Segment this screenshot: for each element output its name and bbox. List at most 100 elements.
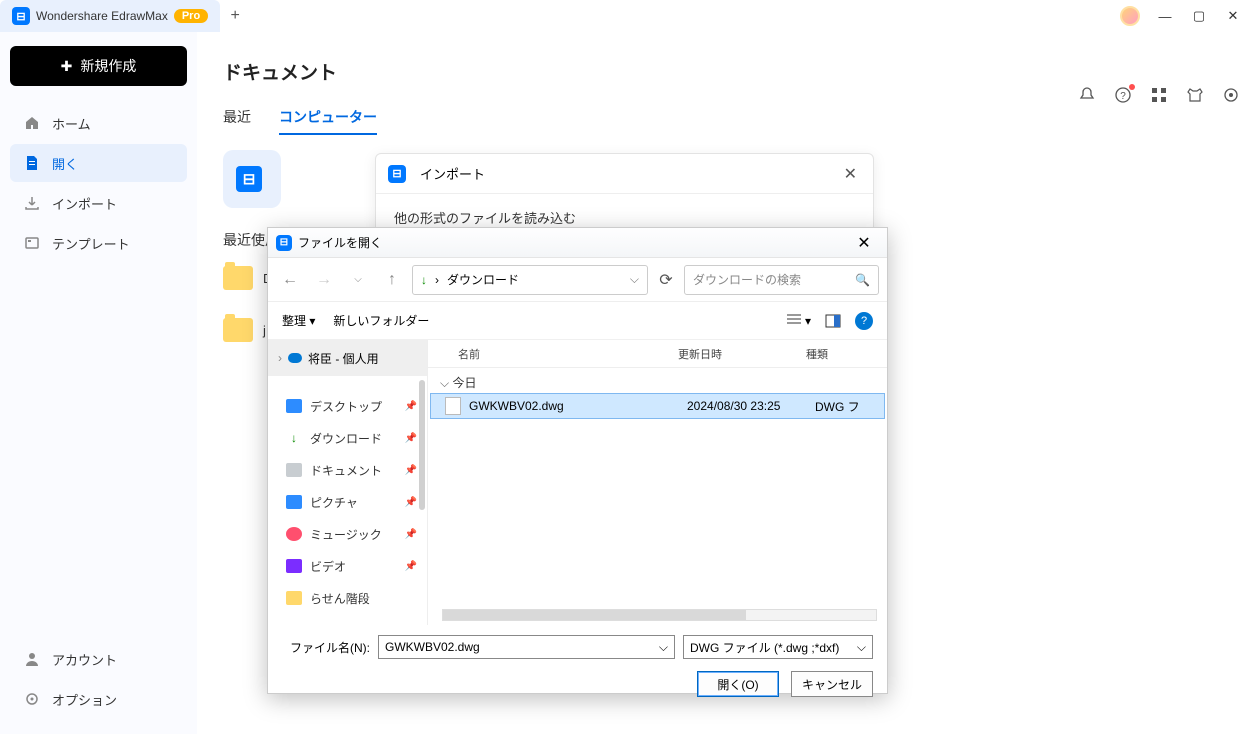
pin-icon[interactable]: 📌 — [405, 529, 417, 540]
tree-item-folder[interactable]: らせん階段 — [286, 582, 427, 614]
chevron-down-icon[interactable]: ⌵ — [659, 640, 668, 655]
nav-recent-dropdown[interactable]: ⌵ — [344, 266, 372, 294]
plus-icon: ✚ — [61, 58, 73, 75]
preview-pane-button[interactable] — [825, 314, 841, 328]
nav-forward-button[interactable]: → — [310, 266, 338, 294]
doc-tabs: 最近 コンピューター — [223, 107, 1214, 136]
nav-up-button[interactable]: ↑ — [378, 266, 406, 294]
dialog-close-button[interactable]: ✕ — [849, 233, 879, 253]
shirt-icon[interactable] — [1186, 86, 1204, 104]
sidebar-item-label: アカウント — [52, 650, 117, 669]
document-icon — [286, 463, 302, 477]
pin-icon[interactable]: 📌 — [405, 497, 417, 508]
app-logo-icon: ⊟ — [12, 7, 30, 25]
sidebar-item-label: 開く — [52, 154, 78, 173]
app-name: Wondershare EdrawMax — [36, 9, 168, 23]
sidebar-item-open[interactable]: 開く — [10, 144, 187, 182]
dialog-title: ファイルを開く — [298, 234, 382, 251]
minimize-button[interactable]: — — [1148, 0, 1182, 32]
chevron-down-icon[interactable]: ⌵ — [630, 272, 639, 287]
tree-label: ドキュメント — [310, 462, 382, 479]
sidebar-item-template[interactable]: テンプレート — [10, 224, 187, 262]
filename-value: GWKWBV02.dwg — [385, 640, 480, 654]
view-mode-button[interactable]: ▾ — [786, 313, 811, 328]
import-icon — [24, 195, 40, 211]
pin-icon[interactable]: 📌 — [405, 465, 417, 476]
tree-label: ピクチャ — [310, 494, 358, 511]
cancel-button[interactable]: キャンセル — [791, 671, 873, 697]
file-row[interactable]: GWKWBV02.dwg 2024/08/30 23:25 DWG フ — [430, 393, 885, 419]
filename-input[interactable]: GWKWBV02.dwg ⌵ — [378, 635, 675, 659]
file-type-icon — [445, 397, 461, 415]
tree-item-downloads[interactable]: ↓ダウンロード📌 — [286, 422, 427, 454]
group-today[interactable]: 今日 — [428, 368, 887, 393]
account-icon — [24, 651, 40, 667]
sidebar-item-options[interactable]: オプション — [10, 680, 187, 718]
col-header-name[interactable]: 名前 — [428, 346, 678, 362]
tree-label: ミュージック — [310, 526, 382, 543]
horizontal-scrollbar[interactable] — [442, 609, 877, 621]
pin-icon[interactable]: 📌 — [405, 561, 417, 572]
tab-computer[interactable]: コンピューター — [279, 107, 377, 135]
close-button[interactable]: ✕ — [1216, 0, 1250, 32]
video-icon — [286, 559, 302, 573]
tab-recent[interactable]: 最近 — [223, 107, 251, 135]
music-icon — [286, 527, 302, 541]
titlebar: ⊟ Wondershare EdrawMax Pro + — ▢ ✕ — [0, 0, 1250, 32]
tree-scrollbar[interactable] — [419, 380, 425, 510]
tree-user-label: 将臣 - 個人用 — [308, 350, 379, 367]
tree-item-pictures[interactable]: ピクチャ 📌 — [286, 486, 427, 518]
breadcrumb-current: ダウンロード — [447, 271, 519, 288]
filetype-select[interactable]: DWG ファイル (*.dwg ;*dxf) ⌵ — [683, 635, 873, 659]
refresh-button[interactable]: ⟳ — [654, 270, 678, 290]
new-tab-button[interactable]: + — [220, 7, 250, 25]
col-header-date[interactable]: 更新日時 — [678, 346, 806, 362]
tree-item-documents[interactable]: ドキュメント 📌 — [286, 454, 427, 486]
edraw-icon: ⊟ — [388, 165, 406, 183]
new-file-label: 新規作成 — [80, 56, 136, 76]
search-icon: 🔍 — [855, 273, 870, 287]
sidebar-item-home[interactable]: ホーム — [10, 104, 187, 142]
avatar-icon[interactable] — [1120, 6, 1140, 26]
file-open-dialog: ⊟ ファイルを開く ✕ ← → ⌵ ↑ ↓ › ダウンロード ⌵ ⟳ ダウンロー… — [267, 227, 888, 694]
sidebar-item-import[interactable]: インポート — [10, 184, 187, 222]
settings-icon[interactable] — [1222, 86, 1240, 104]
pin-icon[interactable]: 📌 — [405, 433, 417, 444]
folder-icon — [223, 266, 253, 290]
grid-icon[interactable] — [1150, 86, 1168, 104]
tree-item-music[interactable]: ミュージック 📌 — [286, 518, 427, 550]
top-toolbar: ? — [1078, 86, 1240, 104]
chevron-right-icon: › — [278, 351, 282, 365]
sidebar-item-label: ホーム — [52, 114, 91, 133]
new-file-button[interactable]: ✚ 新規作成 — [10, 46, 187, 86]
open-button[interactable]: 開く(O) — [697, 671, 779, 697]
col-header-type[interactable]: 種類 — [806, 346, 887, 362]
tree-label: ダウンロード — [310, 430, 382, 447]
help-icon[interactable]: ? — [1114, 86, 1132, 104]
folder-icon — [223, 318, 253, 342]
tree-item-video[interactable]: ビデオ📌 — [286, 550, 427, 582]
search-input[interactable]: ダウンロードの検索 🔍 — [684, 265, 879, 295]
bell-icon[interactable] — [1078, 86, 1096, 104]
maximize-button[interactable]: ▢ — [1182, 0, 1216, 32]
import-close-button[interactable]: ✕ — [840, 164, 861, 184]
home-icon — [24, 115, 40, 131]
tree-item-desktop[interactable]: デスクトップ 📌 — [286, 390, 427, 422]
tree-label: デスクトップ — [310, 398, 382, 415]
search-placeholder: ダウンロードの検索 — [693, 271, 801, 288]
breadcrumb-bar[interactable]: ↓ › ダウンロード ⌵ — [412, 265, 648, 295]
tree-user-node[interactable]: › 将臣 - 個人用 — [268, 340, 427, 376]
breadcrumb-sep: › — [435, 273, 439, 287]
filetype-value: DWG ファイル (*.dwg ;*dxf) — [690, 639, 839, 656]
help-button[interactable]: ? — [855, 312, 873, 330]
app-tab[interactable]: ⊟ Wondershare EdrawMax Pro — [0, 0, 220, 32]
sidebar-item-account[interactable]: アカウント — [10, 640, 187, 678]
open-browse-button[interactable]: ⊟ — [223, 150, 281, 208]
chevron-down-icon[interactable]: ⌵ — [857, 640, 866, 655]
sidebar-item-label: オプション — [52, 690, 117, 709]
new-folder-button[interactable]: 新しいフォルダー — [333, 312, 429, 329]
organize-dropdown[interactable]: 整理 ▾ — [282, 312, 315, 329]
pin-icon[interactable]: 📌 — [405, 401, 417, 412]
nav-back-button[interactable]: ← — [276, 266, 304, 294]
sidebar: ✚ 新規作成 ホーム 開く インポート テンプレート — [0, 32, 197, 734]
